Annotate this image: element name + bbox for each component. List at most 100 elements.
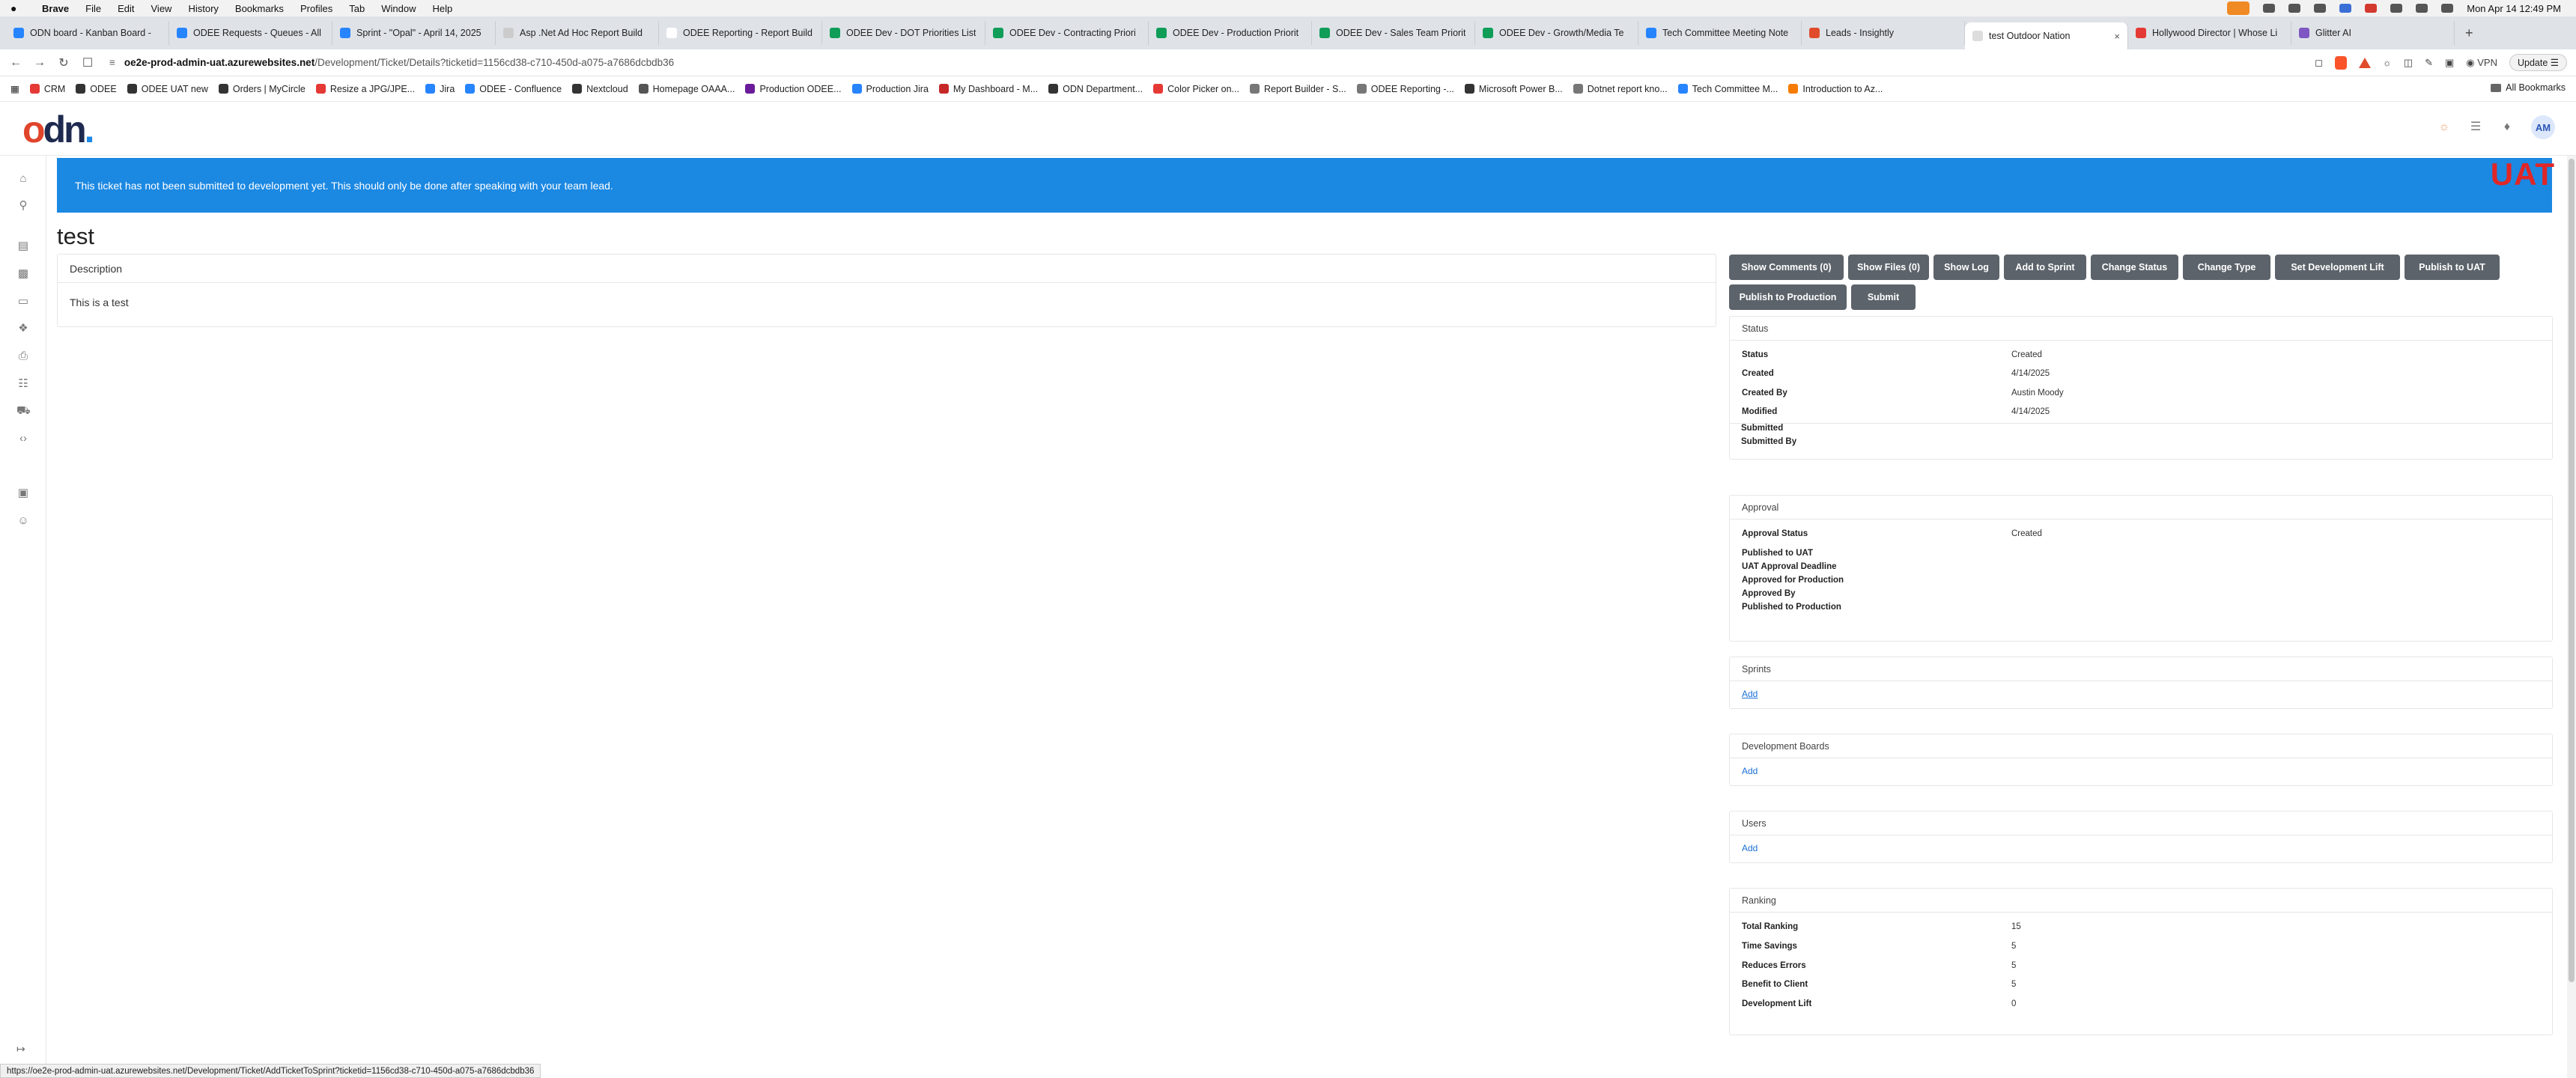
add-board-link[interactable]: Add bbox=[1742, 766, 1758, 776]
logout-icon[interactable]: ↦ bbox=[16, 1043, 25, 1056]
submit-button[interactable]: Submit bbox=[1851, 284, 1916, 310]
browser-tab[interactable]: Sprint - "Opal" - April 14, 2025 bbox=[332, 21, 496, 45]
menu-help[interactable]: Help bbox=[433, 3, 453, 14]
sidebar-toggle-icon[interactable]: ◫ bbox=[2404, 57, 2413, 69]
page-scrollbar[interactable] bbox=[2567, 156, 2576, 1078]
change-status-button[interactable]: Change Status bbox=[2091, 255, 2178, 280]
image-icon[interactable]: ▩ bbox=[16, 267, 30, 281]
apple-icon[interactable]: ● bbox=[10, 2, 25, 14]
publish-to-uat-button[interactable]: Publish to UAT bbox=[2405, 255, 2500, 280]
bookmark-item[interactable]: Nextcloud bbox=[572, 84, 628, 94]
cloud-icon[interactable] bbox=[2288, 4, 2301, 13]
alert-status-icon[interactable] bbox=[2365, 4, 2378, 13]
menu-bookmarks[interactable]: Bookmarks bbox=[235, 3, 284, 14]
browser-tab[interactable]: Glitter AI bbox=[2291, 21, 2455, 45]
bookmark-item[interactable]: ODEE - Confluence bbox=[465, 84, 562, 94]
brave-shields-icon[interactable] bbox=[2334, 55, 2347, 70]
avatar[interactable]: AM bbox=[2531, 115, 2555, 139]
add-sprint-link[interactable]: Add bbox=[1742, 689, 1758, 699]
change-type-button[interactable]: Change Type bbox=[2183, 255, 2270, 280]
extensions-icon[interactable]: ✎ bbox=[2425, 57, 2433, 69]
leo-ai-icon[interactable]: ☼ bbox=[2383, 57, 2392, 68]
browser-tab[interactable]: ODN board - Kanban Board - bbox=[6, 21, 169, 45]
wallet-icon[interactable]: ▣ bbox=[2445, 57, 2454, 69]
bookmark-item[interactable]: Homepage OAAA... bbox=[638, 84, 735, 94]
browser-tab[interactable]: ODEE Dev - Growth/Media Te bbox=[1475, 21, 1638, 45]
menu-window[interactable]: Window bbox=[381, 3, 416, 14]
menu-tab[interactable]: Tab bbox=[349, 3, 365, 14]
bookmark-item[interactable]: Color Picker on... bbox=[1153, 84, 1239, 94]
wifi-icon[interactable] bbox=[2390, 4, 2403, 13]
notification-bell-icon[interactable]: ♦ bbox=[2500, 120, 2515, 135]
control-center-icon[interactable] bbox=[2441, 4, 2454, 13]
bookmark-item[interactable]: ODN Department... bbox=[1048, 84, 1143, 94]
bookmark-item[interactable]: Resize a JPG/JPE... bbox=[315, 84, 415, 94]
back-arrow-icon[interactable]: ← bbox=[7, 56, 24, 70]
share-icon[interactable]: ◻ bbox=[2315, 57, 2323, 69]
menu-app-name[interactable]: Brave bbox=[42, 3, 69, 14]
add-to-sprint-button[interactable]: Add to Sprint bbox=[2004, 255, 2086, 280]
browser-tab[interactable]: ODEE Reporting - Report Build bbox=[659, 21, 822, 45]
new-tab-icon[interactable]: + bbox=[2465, 25, 2473, 41]
browser-tab[interactable]: ODEE Dev - Production Priorit bbox=[1149, 21, 1312, 45]
printer-icon[interactable]: ⎙ bbox=[16, 350, 30, 363]
browser-tab[interactable]: ODEE Dev - Contracting Priori bbox=[985, 21, 1149, 45]
search-icon[interactable]: ⚲ bbox=[16, 199, 30, 213]
app-status-icon[interactable] bbox=[2339, 4, 2352, 13]
bookmark-item[interactable]: My Dashboard - M... bbox=[938, 84, 1038, 94]
browser-tab[interactable]: ODEE Dev - DOT Priorities List bbox=[822, 21, 985, 45]
bookmark-item[interactable]: Orders | MyCircle bbox=[218, 84, 306, 94]
menu-file[interactable]: File bbox=[85, 3, 101, 14]
menu-profiles[interactable]: Profiles bbox=[300, 3, 332, 14]
bookmark-item[interactable]: Dotnet report kno... bbox=[1573, 84, 1668, 94]
reload-icon[interactable]: ↻ bbox=[55, 55, 72, 70]
odn-logo[interactable]: o dn. bbox=[22, 111, 95, 148]
search-menu-icon[interactable] bbox=[2263, 4, 2276, 13]
book-icon[interactable]: ☷ bbox=[16, 377, 30, 391]
brave-rewards-icon[interactable] bbox=[2358, 57, 2371, 68]
browser-tab[interactable]: Leads - Insightly bbox=[1802, 21, 1965, 45]
show-log-button[interactable]: Show Log bbox=[1933, 255, 1999, 280]
browser-tab[interactable]: Tech Committee Meeting Note bbox=[1638, 21, 1802, 45]
battery-icon[interactable] bbox=[2416, 4, 2428, 13]
microphone-indicator-icon[interactable] bbox=[2227, 1, 2250, 15]
users-icon[interactable]: ☺ bbox=[16, 514, 30, 528]
scrollbar-thumb[interactable] bbox=[2569, 159, 2575, 982]
bookmark-item[interactable]: Microsoft Power B... bbox=[1464, 84, 1563, 94]
briefcase-icon[interactable]: ▤ bbox=[16, 240, 30, 253]
show-files-button[interactable]: Show Files (0) bbox=[1848, 255, 1929, 280]
tools-icon[interactable] bbox=[2314, 4, 2327, 13]
publish-to-production-button[interactable]: Publish to Production bbox=[1729, 284, 1847, 310]
show-comments-button[interactable]: Show Comments (0) bbox=[1729, 255, 1844, 280]
browser-tab[interactable]: Hollywood Director | Whose Li bbox=[2128, 21, 2291, 45]
menu-edit[interactable]: Edit bbox=[118, 3, 134, 14]
browser-tab[interactable]: test Outdoor Nation × bbox=[1965, 22, 2128, 49]
close-tab-icon[interactable]: × bbox=[2114, 31, 2120, 42]
menu-history[interactable]: History bbox=[188, 3, 218, 14]
forward-arrow-icon[interactable]: → bbox=[31, 56, 48, 70]
bookmark-item[interactable]: CRM bbox=[29, 84, 65, 94]
tag-icon[interactable]: ❖ bbox=[16, 322, 30, 335]
all-bookmarks-button[interactable]: All Bookmarks bbox=[2491, 82, 2566, 93]
code-icon[interactable]: ‹› bbox=[16, 432, 30, 445]
address-bar[interactable]: ≡ oe2e-prod-admin-uat.azurewebsites.net /… bbox=[109, 57, 674, 68]
update-button[interactable]: Update ☰ bbox=[2509, 54, 2567, 71]
menu-view[interactable]: View bbox=[151, 3, 172, 14]
vpn-button[interactable]: ◉ VPN bbox=[2466, 57, 2497, 69]
bookmark-item[interactable]: Production ODEE... bbox=[745, 84, 842, 94]
bookmark-item[interactable]: Production Jira bbox=[851, 84, 929, 94]
browser-tab[interactable]: Asp .Net Ad Hoc Report Build bbox=[496, 21, 659, 45]
bookmark-item[interactable]: Tech Committee M... bbox=[1677, 84, 1778, 94]
monitor-icon[interactable]: ▭ bbox=[16, 295, 30, 308]
list-icon[interactable]: ☰ bbox=[2468, 120, 2483, 135]
add-user-link[interactable]: Add bbox=[1742, 843, 1758, 853]
bookmark-item[interactable]: Introduction to Az... bbox=[1788, 84, 1883, 94]
menu-datetime[interactable]: Mon Apr 14 12:49 PM bbox=[2467, 3, 2561, 14]
apps-grid-icon[interactable]: ▦ bbox=[10, 83, 19, 94]
truck-icon[interactable]: ⛟ bbox=[16, 404, 31, 418]
browser-tab[interactable]: ODEE Requests - Queues - All bbox=[169, 21, 332, 45]
browser-tab[interactable]: ODEE Dev - Sales Team Priorit bbox=[1312, 21, 1475, 45]
bookmark-item[interactable]: ODEE UAT new bbox=[127, 84, 208, 94]
bookmark-item[interactable]: Jira bbox=[425, 84, 455, 94]
home-icon[interactable]: ⌂ bbox=[16, 172, 30, 186]
